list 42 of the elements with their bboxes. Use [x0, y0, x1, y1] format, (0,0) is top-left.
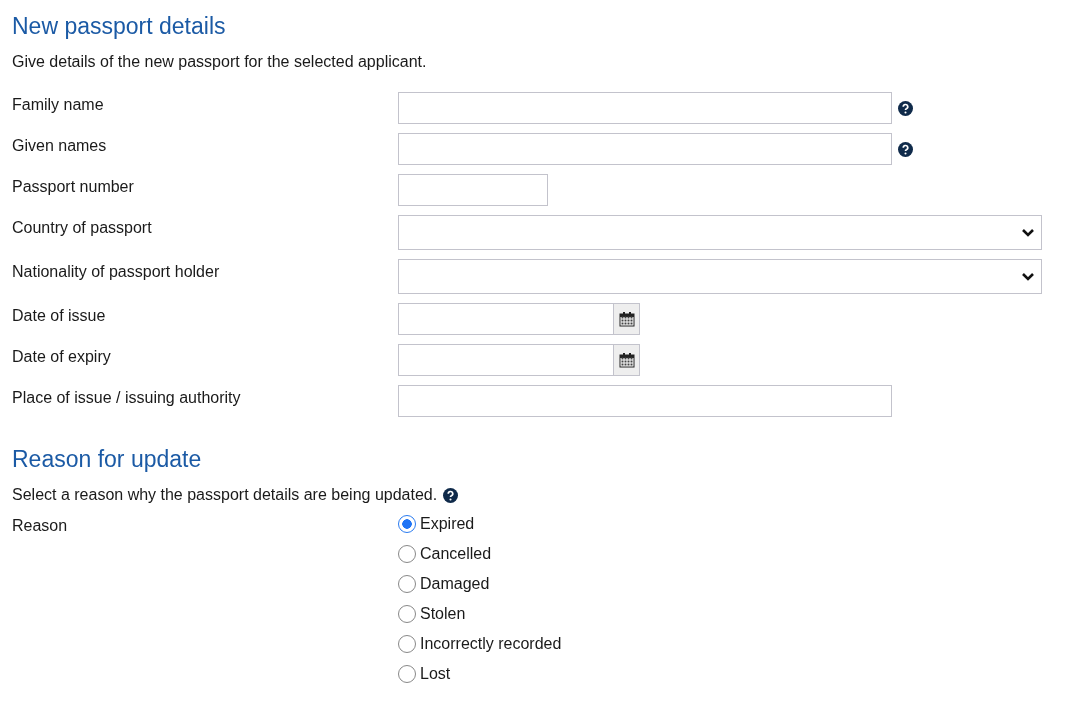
radio-option[interactable]: Lost [398, 663, 1068, 685]
calendar-button[interactable] [614, 344, 640, 376]
section-heading: Reason for update [12, 445, 203, 474]
field-label: Date of issue [12, 306, 106, 326]
date-input[interactable] [398, 344, 614, 376]
radio-button[interactable] [398, 545, 416, 563]
calendar-icon [618, 311, 635, 327]
dropdown-select[interactable] [398, 215, 1042, 250]
field-label: Country of passport [12, 218, 152, 238]
intro-text: Select a reason why the passport details are being updated. [12, 485, 438, 505]
calendar-icon [618, 352, 635, 368]
section-heading: New passport details [12, 12, 227, 41]
field-label: Family name [12, 95, 104, 115]
help-icon[interactable] [898, 141, 913, 157]
field-label: Given names [12, 136, 107, 156]
radio-option[interactable]: Expired [398, 513, 1068, 535]
radio-option[interactable]: Incorrectly recorded [398, 633, 1068, 655]
radio-button[interactable] [398, 665, 416, 683]
radio-button[interactable] [398, 515, 416, 533]
field-label: Passport number [12, 177, 134, 197]
radio-option[interactable]: Stolen [398, 603, 1068, 625]
text-input[interactable] [398, 174, 548, 206]
radio-button[interactable] [398, 605, 416, 623]
radio-button[interactable] [398, 575, 416, 593]
dropdown-select[interactable] [398, 259, 1042, 294]
radio-option[interactable]: Damaged [398, 573, 1068, 595]
text-input[interactable] [398, 92, 892, 124]
text-input[interactable] [398, 133, 892, 165]
chevron-down-icon [1021, 227, 1035, 238]
intro-text: Give details of the new passport for the selected applicant. [12, 52, 427, 72]
field-label: Date of expiry [12, 347, 111, 367]
radio-button[interactable] [398, 635, 416, 653]
chevron-down-icon [1021, 271, 1035, 282]
radio-option[interactable]: Cancelled [398, 543, 1068, 565]
help-icon[interactable] [443, 487, 459, 503]
help-icon[interactable] [898, 100, 913, 116]
field-label: Nationality of passport holder [12, 262, 220, 282]
field-label: Place of issue / issuing authority [12, 388, 241, 408]
date-input[interactable] [398, 303, 614, 335]
field-label: Reason [12, 516, 68, 536]
text-input[interactable] [398, 385, 892, 417]
calendar-button[interactable] [614, 303, 640, 335]
